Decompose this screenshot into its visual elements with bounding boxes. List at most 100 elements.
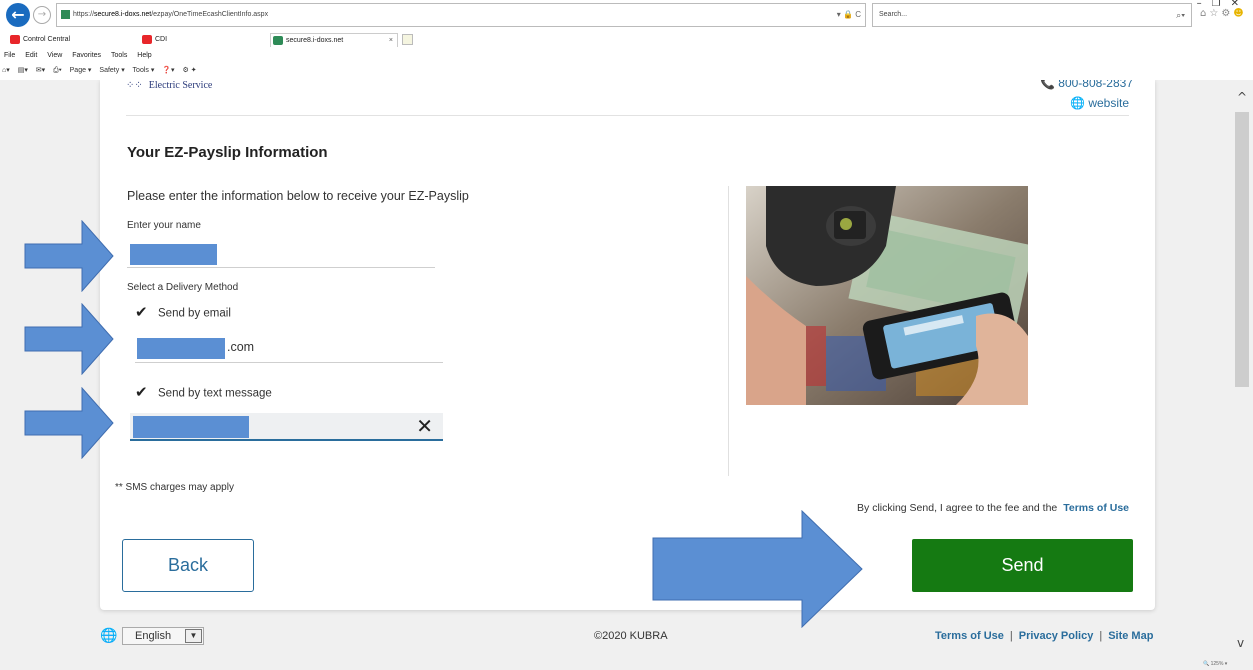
phone-number[interactable]: 📞 800-808-2837 xyxy=(1040,80,1133,90)
vertical-scrollbar[interactable]: ^ v xyxy=(1233,80,1253,670)
search-placeholder: Search... xyxy=(879,11,908,18)
website-label: website xyxy=(1088,96,1129,110)
zoom-level[interactable]: 🔍 125% ▾ xyxy=(1203,661,1227,667)
link-separator: | xyxy=(1099,630,1103,642)
favorites-star-icon[interactable]: ☆ xyxy=(1209,8,1221,19)
delivery-method-label: Select a Delivery Method xyxy=(127,282,239,293)
annotation-arrow-email xyxy=(24,303,114,375)
restore-icon[interactable]: ❐ xyxy=(1212,0,1231,9)
photo-illustration xyxy=(746,186,1028,405)
menu-bar: File Edit View Favorites Tools Help xyxy=(0,50,156,62)
logo-text: Electric Service xyxy=(148,80,213,91)
language-value: English xyxy=(135,630,172,642)
tab-label: Control Central xyxy=(23,36,71,43)
column-divider xyxy=(728,186,729,476)
menu-file[interactable]: File xyxy=(4,52,15,59)
home-cmd-icon[interactable]: ⌂▾ xyxy=(2,67,10,74)
command-bar: ⌂▾ ▤▾ ✉▾ ⎙▾ Page ▾ Safety ▾ Tools ▾ ❓▾ ⚙… xyxy=(0,64,203,78)
menu-tools[interactable]: Tools xyxy=(111,52,127,59)
tab-label: secure8.i-doxs.net xyxy=(286,37,344,44)
help-icon[interactable]: ❓▾ xyxy=(162,67,174,74)
tab-label: CDI xyxy=(155,36,168,43)
page-menu[interactable]: Page ▾ xyxy=(70,67,92,74)
copyright: ©2020 KUBRA xyxy=(594,630,668,642)
window-controls: –❐✕ xyxy=(1197,0,1249,9)
email-input[interactable]: .com xyxy=(135,335,443,363)
safety-menu[interactable]: Safety ▾ xyxy=(99,67,124,74)
search-icon[interactable]: ⌕▾ xyxy=(1176,4,1185,26)
scroll-up-icon[interactable]: ^ xyxy=(1237,90,1247,104)
email-option[interactable]: ✔ Send by email xyxy=(135,305,231,320)
tab-cdi[interactable]: CDI xyxy=(140,33,260,47)
tab-close-icon[interactable]: × xyxy=(389,34,393,48)
email-checkbox[interactable]: ✔ xyxy=(135,305,148,320)
footer-privacy-link[interactable]: Privacy Policy xyxy=(1019,630,1094,642)
settings-gear-icon[interactable]: ⚙ xyxy=(1221,8,1233,19)
new-tab-button[interactable] xyxy=(402,34,413,45)
redacted-name xyxy=(130,244,217,265)
intro-text: Please enter the information below to re… xyxy=(127,189,469,203)
browser-search-input[interactable]: Search... ⌕▾ xyxy=(872,3,1192,27)
chevron-down-icon[interactable]: ▼ xyxy=(185,629,202,643)
addon-icon[interactable]: ⚙ ✦ xyxy=(183,67,197,74)
name-input[interactable] xyxy=(127,242,435,268)
text-option[interactable]: ✔ Send by text message xyxy=(135,385,272,400)
website-link[interactable]: 🌐 website xyxy=(1070,96,1129,110)
address-bar[interactable]: https://secure8.i-doxs.net/ezpay/OneTime… xyxy=(56,3,866,27)
language-select[interactable]: English ▼ xyxy=(122,627,204,645)
terms-of-use-link[interactable]: Terms of Use xyxy=(1063,502,1129,514)
menu-favorites[interactable]: Favorites xyxy=(72,52,101,59)
header-divider xyxy=(126,115,1129,116)
annotation-arrow-phone xyxy=(24,387,114,459)
scroll-thumb[interactable] xyxy=(1235,112,1249,387)
footer-sitemap-link[interactable]: Site Map xyxy=(1108,630,1153,642)
redacted-phone xyxy=(133,416,249,438)
clear-icon[interactable]: ✕ xyxy=(416,415,433,437)
browser-toolbar-icons: ⌂☆⚙☻ xyxy=(1200,8,1247,19)
tools-menu[interactable]: Tools ▾ xyxy=(133,67,155,74)
text-option-label: Send by text message xyxy=(158,387,272,400)
tab-strip: Control Central CDI secure8.i-doxs.net × xyxy=(0,33,1253,47)
globe-icon: 🌐 xyxy=(1070,96,1085,110)
back-button[interactable]: Back xyxy=(122,539,254,592)
site-favicon-icon xyxy=(61,9,70,19)
scroll-down-icon[interactable]: v xyxy=(1237,636,1244,650)
scanner-phone-photo xyxy=(746,186,1028,405)
footer-links: Terms of Use | Privacy Policy | Site Map xyxy=(935,630,1153,642)
name-label: Enter your name xyxy=(127,220,201,231)
menu-help[interactable]: Help xyxy=(137,52,151,59)
phone-input[interactable]: ✕ xyxy=(130,413,443,441)
payslip-card: ⁘⁘ Electric Service 📞 800-808-2837 🌐 webs… xyxy=(100,80,1155,610)
print-icon[interactable]: ⎙▾ xyxy=(53,67,62,74)
annotation-arrow-send xyxy=(652,510,863,628)
back-arrow-icon[interactable]: ← xyxy=(6,3,30,27)
browser-chrome: ← → https://secure8.i-doxs.net/ezpay/One… xyxy=(0,0,1253,80)
phone-icon: 📞 xyxy=(1039,80,1055,90)
address-row: ← → https://secure8.i-doxs.net/ezpay/One… xyxy=(0,0,1253,32)
send-button[interactable]: Send xyxy=(912,539,1133,592)
sms-note: ** SMS charges may apply xyxy=(115,482,234,493)
tab-favicon-icon xyxy=(273,35,283,45)
tab-secure8[interactable]: secure8.i-doxs.net × xyxy=(270,33,398,47)
page-title: Your EZ-Payslip Information xyxy=(127,144,328,161)
text-checkbox[interactable]: ✔ xyxy=(135,385,148,400)
annotation-arrow-name xyxy=(24,220,114,292)
menu-edit[interactable]: Edit xyxy=(25,52,37,59)
minimize-icon[interactable]: – xyxy=(1197,0,1212,9)
mail-icon[interactable]: ✉▾ xyxy=(36,67,45,74)
tab-favicon-icon xyxy=(142,34,152,44)
agreement-statement: By clicking Send, I agree to the fee and… xyxy=(857,502,1058,514)
redacted-email xyxy=(137,338,225,359)
url-text: https://secure8.i-doxs.net/ezpay/OneTime… xyxy=(73,11,269,18)
address-tools[interactable]: ▾ 🔒 C xyxy=(837,4,861,26)
email-option-label: Send by email xyxy=(158,307,231,320)
language-globe-icon: 🌐 xyxy=(100,627,118,643)
feedback-smiley-icon[interactable]: ☻ xyxy=(1233,8,1246,19)
home-icon[interactable]: ⌂ xyxy=(1200,8,1209,19)
close-window-icon[interactable]: ✕ xyxy=(1231,0,1249,9)
tab-control-central[interactable]: Control Central xyxy=(8,33,128,47)
feeds-icon[interactable]: ▤▾ xyxy=(18,67,28,74)
footer-terms-link[interactable]: Terms of Use xyxy=(935,630,1004,642)
forward-arrow-icon[interactable]: → xyxy=(33,6,51,24)
menu-view[interactable]: View xyxy=(47,52,62,59)
